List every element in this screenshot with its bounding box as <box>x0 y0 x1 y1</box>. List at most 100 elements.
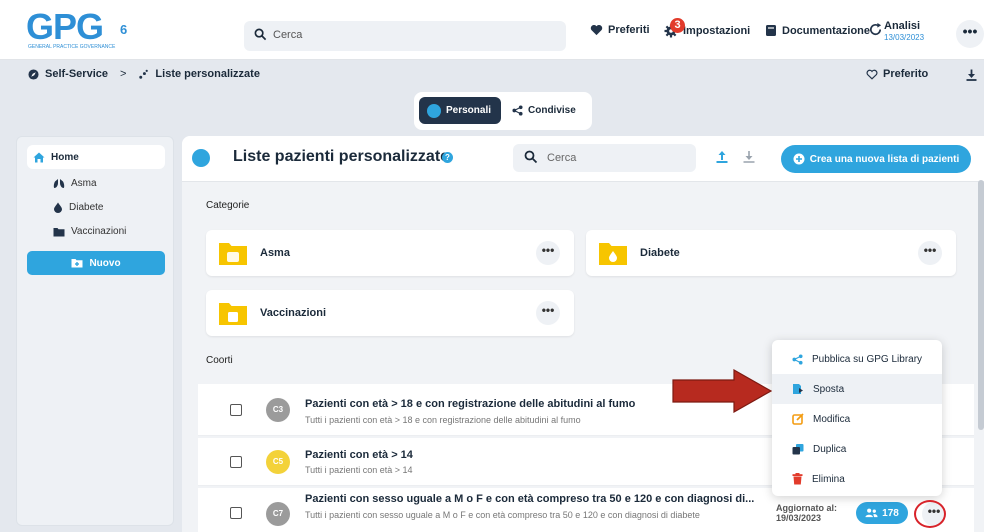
nav-analisi[interactable]: Analisi 13/03/2023 <box>884 21 924 43</box>
sidebar-item-home[interactable]: Home <box>27 145 165 169</box>
menu-modifica-label: Modifica <box>813 413 851 425</box>
top-search-input[interactable]: Cerca <box>244 21 566 51</box>
drop-icon <box>54 202 62 213</box>
cohort-subtitle: Tutti i pazienti con sesso uguale a M o … <box>305 510 700 520</box>
download-icon[interactable] <box>966 68 977 86</box>
new-folder-button[interactable]: Nuovo <box>27 251 165 275</box>
top-bar: GPG 6 GENERAL PRACTICE GOVERNANCE Cerca … <box>0 0 984 60</box>
nav-preferiti-label: Preferiti <box>608 24 650 36</box>
edit-icon <box>792 413 804 425</box>
menu-duplica-label: Duplica <box>813 443 847 455</box>
folder-icon <box>218 300 248 331</box>
nav-analisi-date: 13/03/2023 <box>884 33 925 42</box>
nav-preferiti[interactable]: Preferiti <box>590 24 650 36</box>
tab-personali[interactable]: Personali <box>419 97 501 124</box>
book-icon <box>766 25 776 36</box>
list-icon <box>139 69 149 79</box>
menu-item-pubblica[interactable]: Pubblica su GPG Library <box>772 344 942 374</box>
preferito-button[interactable]: Preferito <box>866 68 928 80</box>
create-list-button[interactable]: Crea una nuova lista di pazienti <box>781 145 971 173</box>
sidebar: Home Asma Diabete Vaccinazioni Nuovo <box>16 136 174 526</box>
users-icon <box>865 508 878 518</box>
breadcrumb-liste-personalizzate[interactable]: Liste personalizzate <box>155 68 260 80</box>
cohort-badge: C3 <box>266 398 290 422</box>
category-vaccinazioni-more-button[interactable]: ••• <box>536 301 560 325</box>
breadcrumb-separator: > <box>119 68 127 80</box>
analisi-refresh-icon <box>868 22 883 42</box>
updated-at: Aggiornato al: 19/03/2023 <box>776 503 837 523</box>
menu-elimina-label: Elimina <box>812 473 845 485</box>
heart-outline-icon <box>866 69 878 80</box>
cohort-title[interactable]: Pazienti con età > 18 e con registrazion… <box>305 398 635 410</box>
sidebar-item-asma[interactable]: Asma <box>53 178 97 189</box>
menu-item-duplica[interactable]: Duplica <box>772 434 942 464</box>
tab-personali-label: Personali <box>446 105 492 116</box>
category-card-diabete[interactable]: Diabete ••• <box>586 230 956 276</box>
sidebar-diabete-label: Diabete <box>69 202 104 213</box>
category-card-asma[interactable]: Asma ••• <box>206 230 574 276</box>
sidebar-item-diabete[interactable]: Diabete <box>53 202 103 213</box>
search-icon <box>254 28 267 46</box>
upload-icon[interactable] <box>716 150 728 168</box>
new-folder-label: Nuovo <box>89 257 121 269</box>
patient-count-badge[interactable]: 178 <box>856 502 908 524</box>
category-card-vaccinazioni[interactable]: Vaccinazioni ••• <box>206 290 574 336</box>
duplicate-icon <box>792 444 804 455</box>
menu-item-elimina[interactable]: Elimina <box>772 464 942 494</box>
updated-label: Aggiornato al: <box>776 503 837 513</box>
cohort-subtitle: Tutti i pazienti con età > 14 <box>305 465 413 475</box>
breadcrumb: Self-Service > Liste personalizzate <box>28 68 260 80</box>
download-list-icon[interactable] <box>743 150 755 168</box>
breadcrumb-self-service[interactable]: Self-Service <box>45 68 108 80</box>
gpg-logo[interactable]: GPG 6 GENERAL PRACTICE GOVERNANCE <box>26 6 138 52</box>
menu-pubblica-label: Pubblica su GPG Library <box>812 353 923 365</box>
share-icon <box>792 353 803 365</box>
create-list-label: Crea una nuova lista di pazienti <box>809 153 960 165</box>
search-icon <box>524 150 538 169</box>
nav-impostazioni-label: Impostazioni <box>683 25 751 37</box>
category-asma-more-button[interactable]: ••• <box>536 241 560 265</box>
category-diabete-more-button[interactable]: ••• <box>918 241 942 265</box>
tab-condivise[interactable]: Condivise <box>504 97 588 124</box>
help-icon[interactable]: ? <box>442 152 453 163</box>
row-checkbox[interactable] <box>230 404 242 416</box>
folder-icon <box>598 240 628 271</box>
cohort-title[interactable]: Pazienti con sesso uguale a M o F e con … <box>305 493 754 505</box>
top-search-placeholder: Cerca <box>273 29 303 41</box>
tab-bar: Personali Condivise <box>414 92 592 130</box>
nav-documentazione[interactable]: Documentazione <box>765 24 870 37</box>
menu-item-sposta[interactable]: Sposta <box>772 374 942 404</box>
list-search-input[interactable]: Cerca <box>513 144 696 172</box>
list-search-placeholder: Cerca <box>547 152 577 164</box>
cohort-title[interactable]: Pazienti con età > 14 <box>305 449 413 461</box>
top-more-button[interactable]: ••• <box>956 20 984 48</box>
red-arrow-annotation <box>672 368 773 418</box>
app-window: GPG 6 GENERAL PRACTICE GOVERNANCE Cerca … <box>0 0 984 532</box>
move-icon <box>793 384 803 394</box>
folder-icon <box>218 240 248 271</box>
sidebar-item-vaccinazioni[interactable]: Vaccinazioni <box>53 226 126 237</box>
home-icon <box>33 152 45 162</box>
heart-icon <box>590 24 603 36</box>
trash-icon <box>792 473 803 485</box>
folder-plus-icon <box>71 259 83 268</box>
red-circle-annotation <box>914 500 946 528</box>
context-menu: Pubblica su GPG Library Sposta Modifica … <box>772 340 942 496</box>
sidebar-home-label: Home <box>51 151 79 163</box>
page-title: Liste pazienti personalizzate <box>233 148 450 165</box>
menu-sposta-label: Sposta <box>813 383 845 395</box>
menu-item-modifica[interactable]: Modifica <box>772 404 942 434</box>
row-checkbox[interactable] <box>230 507 242 519</box>
nav-documentazione-label: Documentazione <box>782 24 871 37</box>
cohort-badge: C7 <box>266 502 290 526</box>
share-icon <box>512 105 523 116</box>
cohort-subtitle: Tutti i pazienti con età > 18 e con regi… <box>305 415 581 425</box>
category-diabete-label: Diabete <box>640 247 680 259</box>
patient-count: 178 <box>882 507 899 519</box>
scrollbar[interactable] <box>978 180 984 430</box>
tab-condivise-label: Condivise <box>528 105 576 116</box>
main-header: Liste pazienti personalizzate ? Cerca Cr… <box>182 136 984 182</box>
user-tab-icon <box>427 103 441 118</box>
row-checkbox[interactable] <box>230 456 242 468</box>
cohort-badge: C5 <box>266 450 290 474</box>
